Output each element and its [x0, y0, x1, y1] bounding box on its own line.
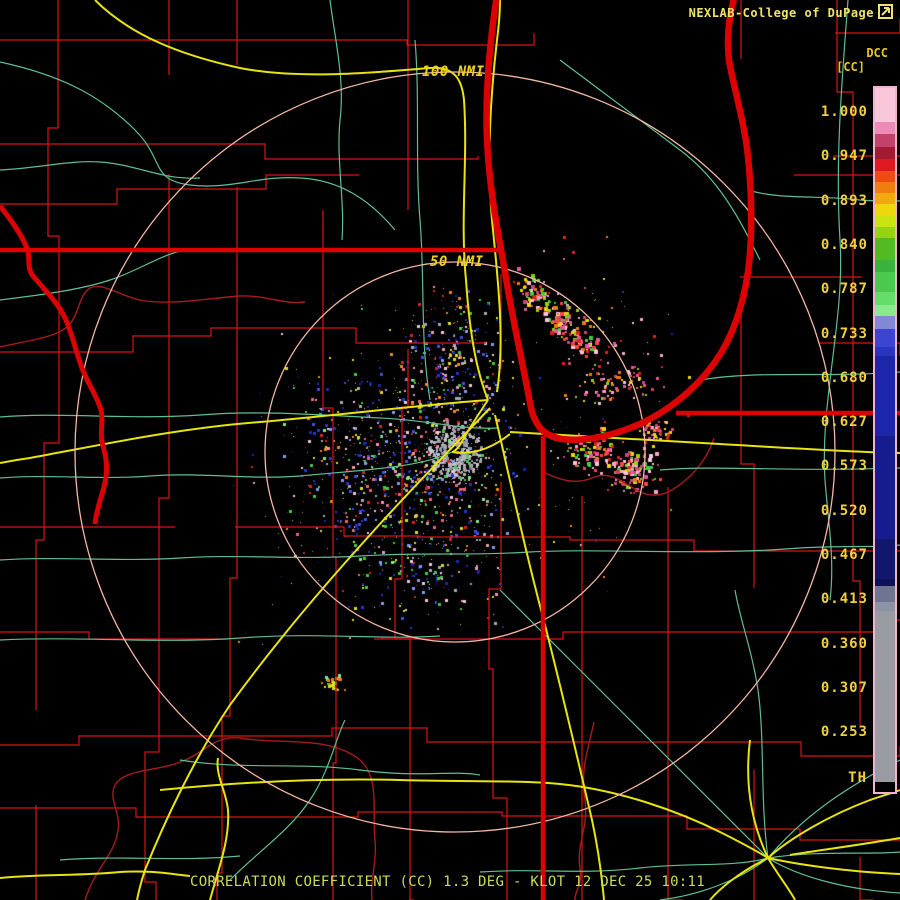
colorbar-segment [875, 272, 895, 292]
range-ring-label-50nmi: 50 NMI [430, 254, 484, 270]
cc-colorbar [873, 86, 897, 794]
colorbar-segment [875, 227, 895, 238]
county-line [144, 174, 170, 900]
colorbar-tick-label: 0.413 [820, 591, 868, 608]
colorbar-segment [875, 539, 895, 579]
colorbar-segment [875, 159, 895, 171]
colorbar-segment [875, 193, 895, 204]
colorbar-segment [875, 305, 895, 316]
colorbar-segment [875, 356, 895, 436]
colorbar-segment [875, 579, 895, 586]
threshold-label: TH [848, 770, 867, 786]
colorbar-segment [875, 436, 895, 539]
radar-map-viewport: 1.000 0.947 0.893 0.840 0.787 0.733 0.680 0.627… [0, 0, 900, 900]
product-unit-label: [CC] [836, 60, 865, 74]
county-line [0, 631, 227, 640]
colorbar-tick-label: 0.573 [820, 458, 868, 475]
colorbar-tick-label: 0.307 [820, 679, 868, 696]
colorbar-tick-label: 0.520 [820, 502, 868, 519]
interstate-highways [0, 0, 900, 900]
product-code-label: DCC [866, 46, 888, 60]
app-title: NEXLAB-College of DuPage [688, 6, 874, 20]
colorbar-tick-label: 0.680 [820, 369, 868, 386]
colorbar-segment [875, 329, 895, 347]
external-link-icon[interactable] [878, 4, 893, 19]
county-line [488, 482, 508, 900]
colorbar-tick-label: 0.947 [820, 148, 868, 165]
county-line [835, 19, 900, 34]
colorbar-tick-label: 0.627 [820, 414, 868, 431]
county-line [35, 0, 60, 710]
colorbar-segment [875, 602, 895, 611]
colorbar-segment [875, 171, 895, 182]
county-line [740, 315, 755, 588]
base-map [0, 0, 900, 900]
colorbar-segment [875, 782, 895, 792]
colorbar-segment [875, 238, 895, 260]
county-line [216, 187, 238, 900]
colorbar-tick-label: 0.467 [820, 547, 868, 563]
colorbar-segment [875, 204, 895, 216]
colorbar-tick-label: 0.733 [820, 325, 868, 342]
county-line [0, 33, 535, 46]
colorbar-tick-label: 0.840 [820, 236, 868, 253]
colorbar-segment [875, 182, 895, 193]
range-ring-label-100nmi: 100 NMI [422, 64, 485, 80]
colorbar-segment [875, 260, 895, 272]
colorbar-tick-label: 0.253 [820, 724, 868, 741]
county-line [0, 727, 900, 757]
colorbar-segment [875, 88, 895, 122]
colorbar-segment [875, 347, 895, 356]
colorbar-segment [875, 122, 895, 134]
colorbar-segment [875, 292, 895, 305]
county-line [0, 143, 479, 160]
county-line [667, 487, 682, 900]
colorbar-segment [875, 216, 895, 227]
county-line [859, 857, 874, 900]
colorbar-tick-label: 0.360 [820, 635, 868, 652]
colorbar-tick-label: 0.893 [820, 192, 868, 209]
county-line [394, 349, 414, 900]
colorbar-segment [875, 316, 895, 329]
colorbar-tick-label: 1.000 [820, 104, 868, 120]
colorbar-segment [875, 134, 895, 147]
colorbar-tick-label: 0.787 [820, 281, 868, 298]
status-bar: CORRELATION COEFFICIENT (CC) 1.3 DEG - K… [190, 874, 705, 890]
colorbar-segment [875, 147, 895, 159]
colorbar-segment [875, 611, 895, 782]
colorbar-segment [875, 586, 895, 602]
lake-michigan-shoreline [483, 0, 755, 443]
